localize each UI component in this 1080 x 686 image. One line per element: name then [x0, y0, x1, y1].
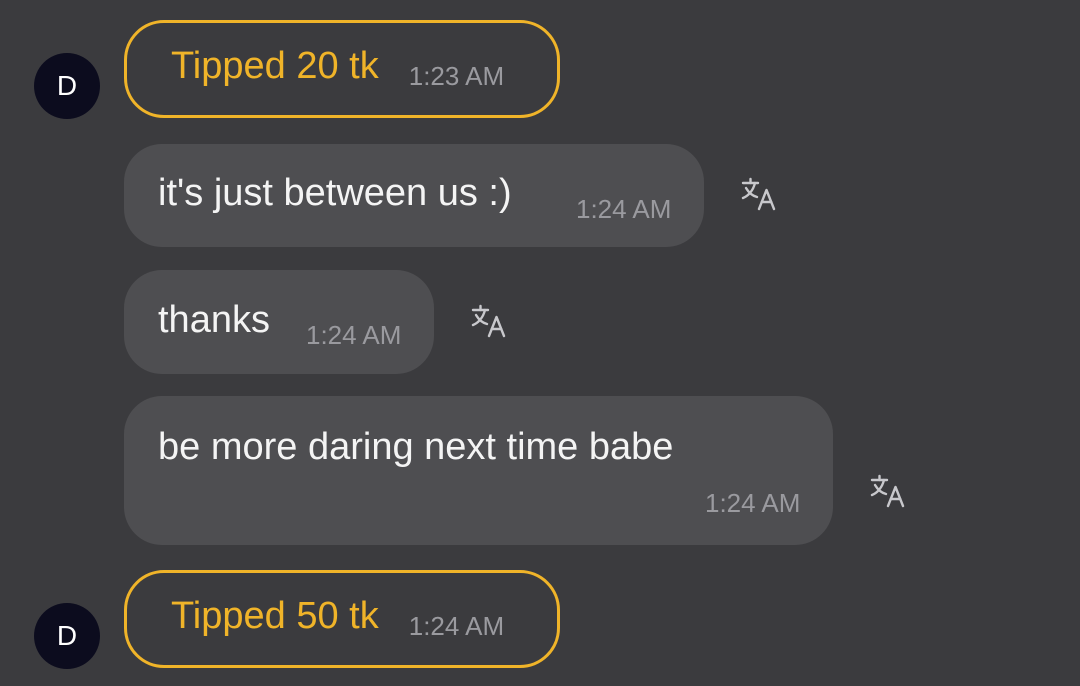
message-timestamp: 1:24 AM — [705, 488, 801, 518]
tip-message: Tipped 20 tk 1:23 AM — [124, 20, 560, 118]
translate-icon[interactable] — [740, 176, 780, 216]
chat-bubble[interactable]: it's just between us :) 1:24 AM — [124, 144, 704, 247]
message-timestamp: 1:24 AM — [408, 610, 505, 641]
message-timestamp: 1:24 AM — [576, 194, 672, 224]
message-timestamp: 1:23 AM — [408, 60, 505, 91]
chat-thread: D Tipped 20 tk 1:23 AM it's just between… — [0, 0, 1080, 686]
translate-icon[interactable] — [869, 473, 909, 513]
avatar[interactable]: D — [34, 53, 100, 119]
translate-icon[interactable] — [470, 303, 510, 343]
message-timestamp: 1:24 AM — [306, 320, 402, 350]
chat-bubble[interactable]: thanks 1:24 AM — [124, 270, 434, 374]
tip-message: Tipped 50 tk 1:24 AM — [124, 570, 560, 668]
avatar[interactable]: D — [34, 603, 100, 669]
tip-text: Tipped 50 tk — [171, 594, 379, 637]
tip-text: Tipped 20 tk — [171, 44, 379, 87]
message-text: thanks — [158, 299, 270, 341]
message-text: it's just between us :) — [158, 172, 512, 214]
message-text: be more daring next time babe — [158, 426, 674, 468]
chat-bubble[interactable]: be more daring next time babe 1:24 AM — [124, 396, 833, 545]
